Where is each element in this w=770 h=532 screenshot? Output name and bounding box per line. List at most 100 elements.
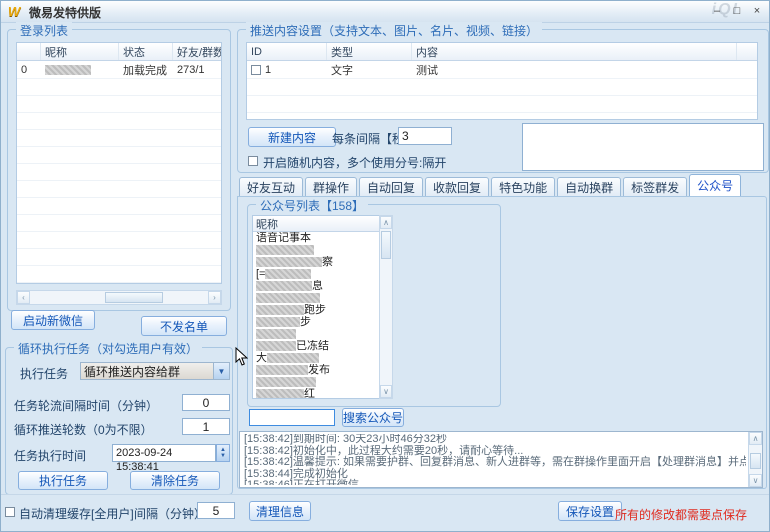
window-title: 微易发特供版: [29, 4, 101, 21]
clean-interval-input[interactable]: 5: [197, 502, 235, 519]
login-table-hscrollbar[interactable]: ‹ ›: [16, 290, 222, 305]
tab-label: 特色功能: [499, 179, 547, 196]
task-rounds-input[interactable]: 1: [182, 418, 230, 435]
list-item[interactable]: [253, 328, 391, 340]
scroll-left-icon[interactable]: ‹: [17, 291, 30, 304]
content-row-type: 文字: [327, 61, 412, 79]
log-output[interactable]: [15:38:42]到期时间: 30天23小时46分32秒 [15:38:42]…: [239, 431, 763, 488]
login-col-status: 状态: [119, 43, 173, 60]
login-table-row[interactable]: 0 加载完成 273/1: [17, 61, 221, 79]
list-item[interactable]: [253, 292, 391, 304]
maximize-button[interactable]: □: [729, 5, 745, 18]
list-item[interactable]: 已冻结: [253, 340, 391, 352]
loop-task-title: 循环执行任务（对勾选用户有效）: [14, 340, 202, 357]
task-time-input[interactable]: 2023-09-24 15:38:41: [112, 444, 216, 462]
scroll-up-icon[interactable]: ∧: [749, 432, 762, 445]
tab-tag-broadcast[interactable]: 标签群发: [623, 177, 687, 197]
login-row-nickname-censored: [41, 64, 119, 76]
login-col-count: 好友/群数: [173, 43, 221, 60]
random-content-checkbox[interactable]: [248, 156, 258, 166]
spinner-down-icon[interactable]: ▼: [220, 453, 226, 459]
clean-info-button[interactable]: 清理信息: [249, 501, 311, 521]
auto-clean-label: 自动清理缓存[全用户]: [19, 505, 134, 522]
list-item[interactable]: [=: [253, 268, 391, 280]
tab-group-ops[interactable]: 群操作: [305, 177, 357, 197]
launch-new-wechat-button[interactable]: 启动新微信: [11, 310, 95, 330]
loop-task-group: 循环执行任务（对勾选用户有效） 执行任务 循环推送内容给群 ▼ 任务轮流间隔时间…: [5, 347, 233, 495]
msg-interval-input[interactable]: 3: [398, 127, 452, 145]
list-item[interactable]: 大: [253, 352, 391, 364]
tab-auto-reply[interactable]: 自动回复: [359, 177, 423, 197]
tab-auto-switch-group[interactable]: 自动换群: [557, 177, 621, 197]
login-table-header: 昵称 状态 好友/群数: [17, 43, 221, 61]
censored-text: [256, 281, 312, 291]
scroll-up-icon[interactable]: ∧: [380, 216, 392, 229]
official-list-title: 公众号列表【158】: [256, 197, 368, 214]
login-col-nickname: 昵称: [41, 43, 119, 60]
list-item[interactable]: 察: [253, 256, 391, 268]
content-row-checkbox[interactable]: [251, 65, 261, 75]
tab-label: 好友互动: [247, 179, 295, 196]
run-task-button[interactable]: 执行任务: [18, 471, 108, 490]
list-item[interactable]: 步: [253, 316, 391, 328]
save-notice-text: 所有的修改都需要点保存: [615, 506, 747, 523]
list-item[interactable]: [253, 376, 391, 388]
task-select-value: 循环推送内容给群: [81, 363, 213, 380]
official-list-group: 公众号列表【158】 昵称 语音记事本 察 [= 息 跑步 步 已冻结 大 发布…: [247, 204, 501, 407]
tab-label: 群操作: [313, 179, 349, 196]
list-item[interactable]: 红: [253, 388, 391, 399]
list-item[interactable]: [253, 244, 391, 256]
content-textarea[interactable]: [522, 123, 764, 171]
official-list[interactable]: 昵称 语音记事本 察 [= 息 跑步 步 已冻结 大 发布 红: [252, 215, 392, 399]
censored-text: [256, 341, 296, 351]
list-item[interactable]: 息: [253, 280, 391, 292]
item-text: 跑步: [304, 304, 326, 316]
log-vscrollbar[interactable]: ∧ ∨: [748, 432, 762, 487]
censored-text: [256, 365, 308, 375]
task-time-label: 任务执行时间: [14, 447, 86, 464]
content-table-row[interactable]: 1 文字 测试: [247, 61, 757, 79]
list-item[interactable]: 语音记事本: [253, 232, 391, 244]
task-select[interactable]: 循环推送内容给群 ▼: [80, 362, 230, 380]
scroll-right-icon[interactable]: ›: [208, 291, 221, 304]
tab-friend-interaction[interactable]: 好友互动: [239, 177, 303, 197]
save-settings-button[interactable]: 保存设置: [558, 501, 622, 521]
tab-payment-reply[interactable]: 收款回复: [425, 177, 489, 197]
scroll-down-icon[interactable]: ∨: [749, 474, 762, 487]
new-content-button[interactable]: 新建内容: [248, 127, 336, 147]
no-send-list-button[interactable]: 不发名单: [141, 316, 227, 336]
search-official-input[interactable]: [249, 409, 335, 426]
official-list-header: 昵称: [253, 216, 391, 232]
scroll-down-icon[interactable]: ∨: [380, 385, 392, 398]
close-button[interactable]: ×: [749, 5, 765, 18]
login-row-count: 273/1: [173, 63, 221, 77]
tab-label: 自动回复: [367, 179, 415, 196]
content-col-type: 类型: [327, 43, 412, 60]
official-list-vscrollbar[interactable]: ∧ ∨: [379, 215, 393, 399]
list-item[interactable]: 跑步: [253, 304, 391, 316]
log-line: [15:38:42]到期时间: 30天23小时46分32秒: [242, 434, 746, 446]
tab-official-accounts[interactable]: 公众号: [689, 174, 741, 197]
time-spinner[interactable]: ▲▼: [216, 444, 230, 462]
chevron-down-icon[interactable]: ▼: [213, 363, 229, 379]
clean-interval-label: 间隔（分钟）: [134, 505, 206, 522]
official-list-items: 语音记事本 察 [= 息 跑步 步 已冻结 大 发布 红: [253, 232, 391, 399]
content-col-extra: [737, 43, 757, 60]
minimize-button[interactable]: –: [709, 5, 725, 18]
tab-label: 标签群发: [631, 179, 679, 196]
item-text: 步: [300, 316, 311, 328]
task-interval-input[interactable]: 0: [182, 394, 230, 411]
item-text: 察: [322, 256, 333, 268]
auto-clean-checkbox[interactable]: [5, 507, 15, 517]
tab-special-features[interactable]: 特色功能: [491, 177, 555, 197]
tab-label: 自动换群: [565, 179, 613, 196]
clear-task-button[interactable]: 清除任务: [130, 471, 220, 490]
censored-text: [256, 245, 314, 255]
login-list-group: 登录列表 昵称 状态 好友/群数 0 加载完成 273/1 ‹ ›: [7, 29, 231, 311]
login-row-status: 加载完成: [119, 61, 173, 79]
list-item[interactable]: 发布: [253, 364, 391, 376]
content-row-content: 测试: [412, 61, 737, 79]
item-text: 发布: [308, 364, 330, 376]
mouse-cursor: [235, 347, 248, 369]
search-official-button[interactable]: 搜索公众号: [342, 408, 404, 427]
